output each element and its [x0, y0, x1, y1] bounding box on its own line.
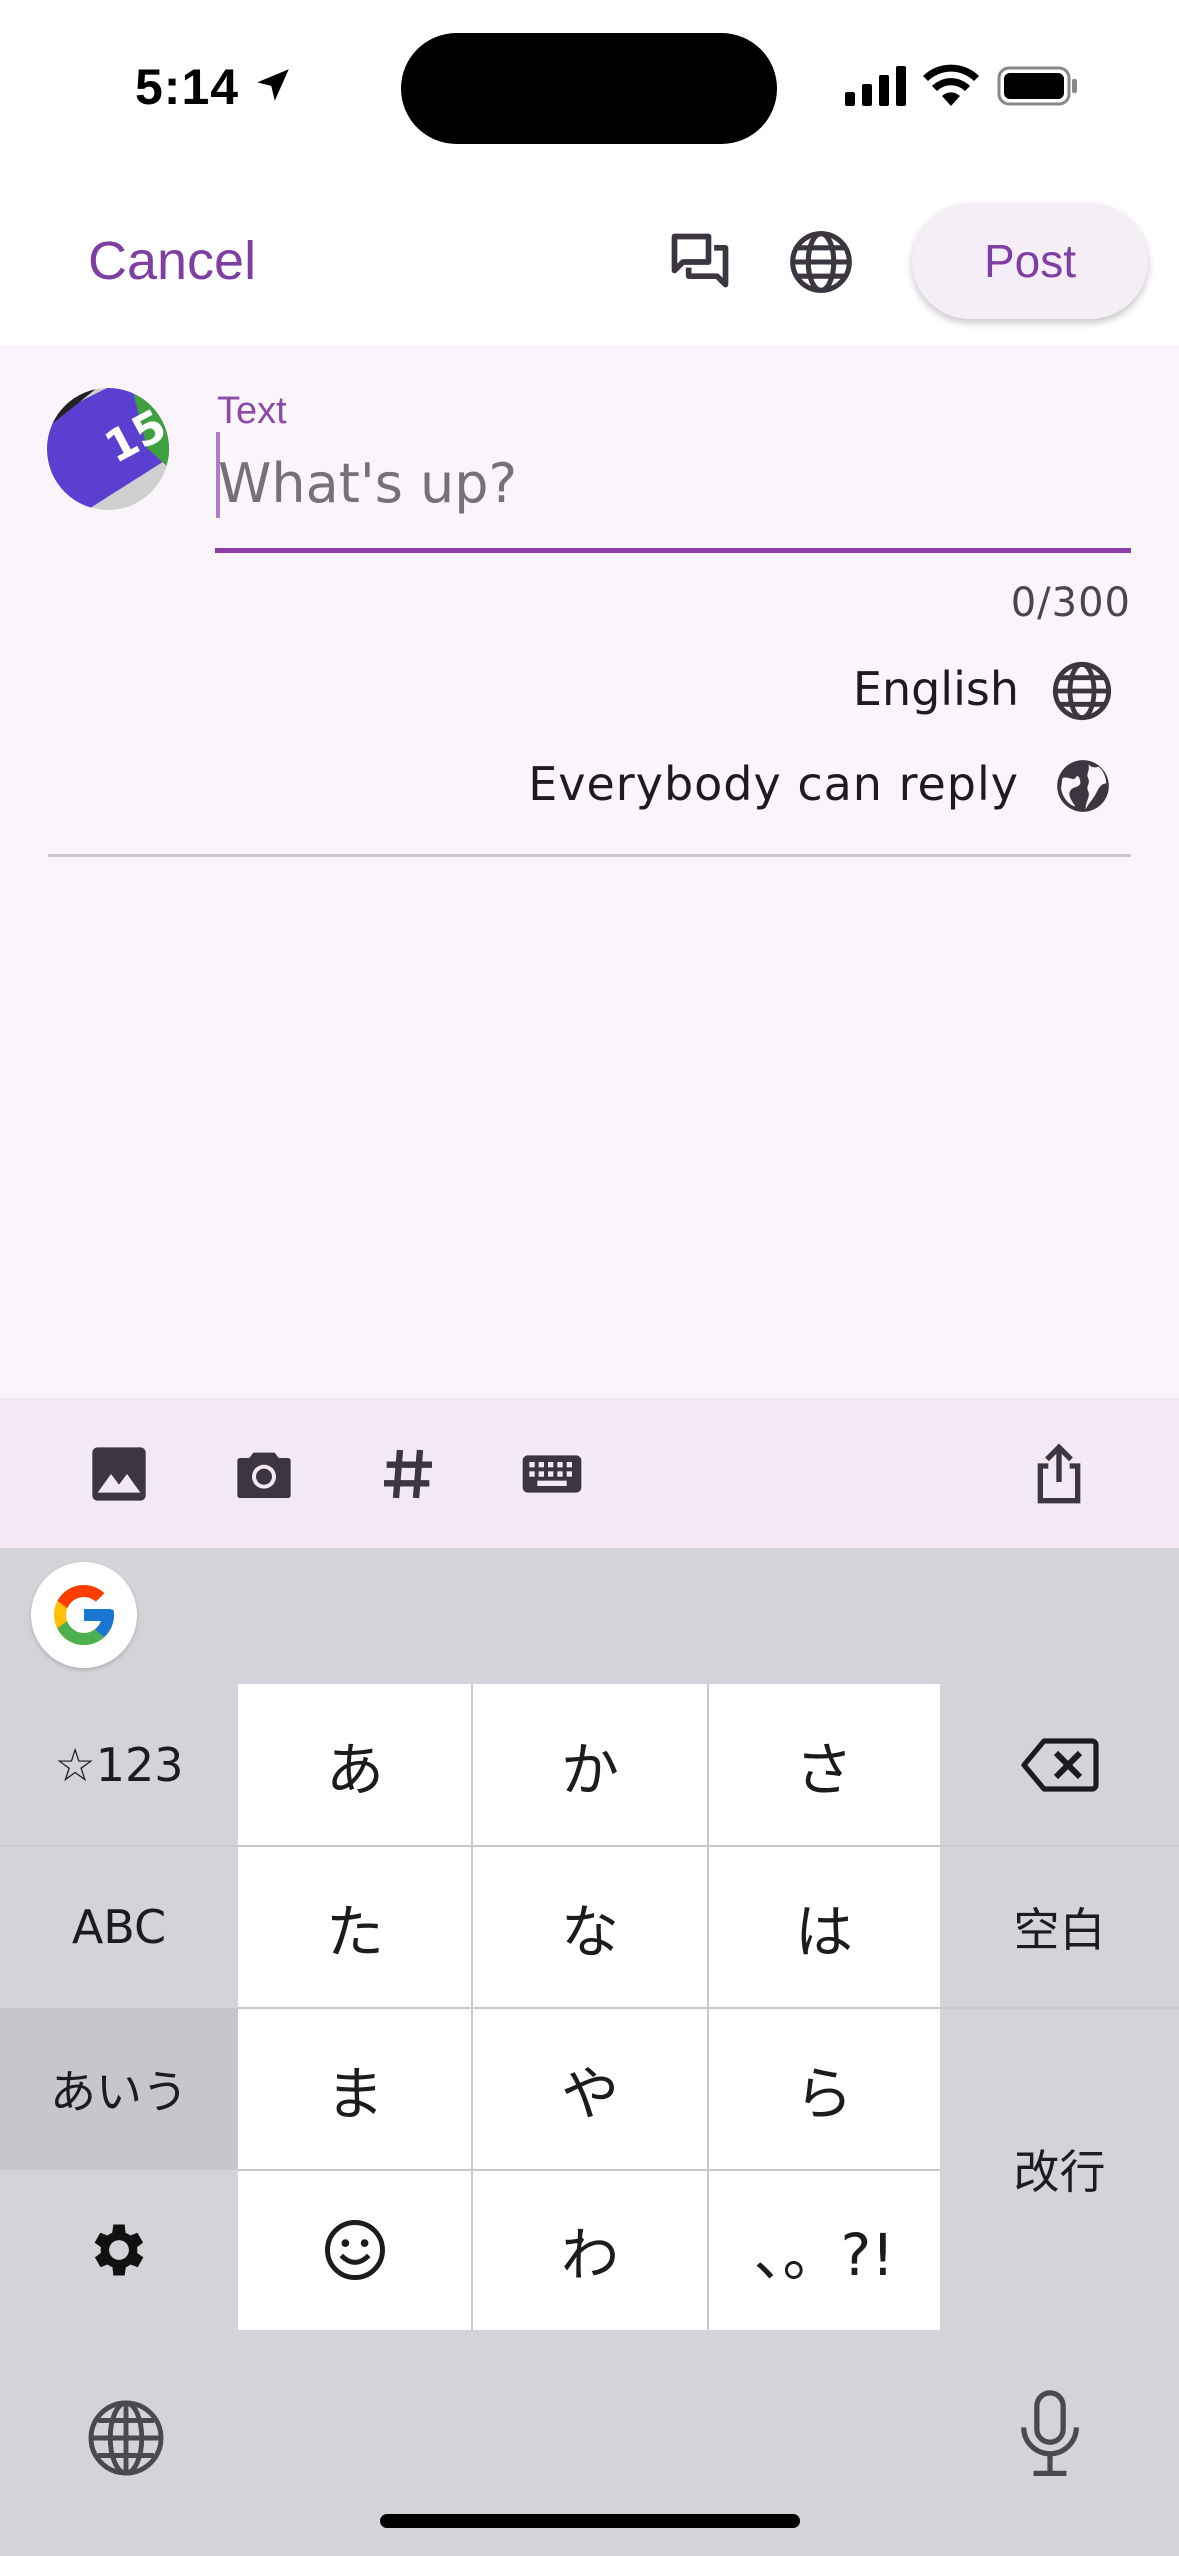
avatar[interactable]: 15 — [47, 388, 169, 510]
key-ta[interactable]: た — [238, 1846, 472, 2008]
key-divider — [471, 1684, 473, 2330]
language-globe-icon[interactable] — [787, 228, 855, 296]
key-ka[interactable]: か — [472, 1684, 708, 1846]
compose-divider — [48, 854, 1131, 857]
location-arrow-icon — [257, 69, 289, 101]
keyboard-icon[interactable] — [520, 1442, 584, 1506]
character-counter: 0/300 — [1010, 580, 1131, 626]
key-divider — [940, 1845, 1179, 1847]
key-sa[interactable]: さ — [708, 1684, 940, 1846]
return-key[interactable]: 改行 — [940, 2008, 1179, 2330]
space-key[interactable]: 空白 — [940, 1846, 1179, 2008]
language-selector[interactable]: English — [853, 662, 1019, 716]
language-globe-icon[interactable] — [1050, 659, 1114, 723]
image-icon[interactable] — [87, 1442, 151, 1506]
cancel-button[interactable]: Cancel — [88, 230, 256, 292]
post-text-input[interactable] — [218, 448, 1118, 518]
key-divider — [707, 1684, 709, 2330]
key-number-mode[interactable]: ☆123 — [0, 1684, 238, 1846]
smiley-icon — [325, 2220, 385, 2280]
key-punctuation[interactable]: 、。?! — [708, 2170, 940, 2330]
key-ya[interactable]: や — [472, 2008, 708, 2170]
hashtag-icon[interactable] — [376, 1442, 440, 1506]
public-earth-icon[interactable] — [1052, 755, 1114, 817]
text-input-underline — [215, 548, 1131, 553]
battery-icon — [997, 66, 1077, 106]
key-divider — [238, 2169, 940, 2171]
text-field-label: Text — [217, 390, 287, 432]
backspace-icon — [1020, 1738, 1099, 1792]
key-ra[interactable]: ら — [708, 2008, 940, 2170]
key-ma[interactable]: ま — [238, 2008, 472, 2170]
google-icon — [54, 1585, 114, 1645]
settings-key[interactable] — [0, 2170, 238, 2330]
cellular-signal-icon — [845, 66, 906, 106]
key-wa[interactable]: わ — [472, 2170, 708, 2330]
thread-icon[interactable] — [665, 228, 735, 296]
reply-setting-selector[interactable]: Everybody can reply — [528, 757, 1019, 811]
key-na[interactable]: な — [472, 1846, 708, 2008]
compose-toolbar — [0, 1398, 1179, 1548]
dynamic-island — [401, 33, 777, 144]
home-indicator[interactable] — [380, 2514, 800, 2528]
key-ha[interactable]: は — [708, 1846, 940, 2008]
key-abc-mode[interactable]: ABC — [0, 1846, 238, 2008]
camera-icon[interactable] — [232, 1442, 296, 1506]
key-divider — [940, 2007, 1179, 2009]
backspace-key[interactable] — [940, 1684, 1179, 1846]
key-divider — [238, 2007, 940, 2009]
key-kana-mode[interactable]: あいう — [0, 2008, 238, 2170]
google-button[interactable] — [31, 1562, 137, 1668]
status-time: 5:14 — [135, 59, 240, 115]
post-button[interactable]: Post — [912, 203, 1148, 319]
wifi-icon — [923, 64, 979, 106]
key-a[interactable]: あ — [238, 1684, 472, 1846]
emoji-key[interactable] — [238, 2170, 472, 2330]
gear-icon — [94, 2224, 144, 2276]
key-divider — [0, 1845, 940, 1847]
globe-keyboard-switch-icon[interactable] — [84, 2396, 168, 2480]
microphone-icon[interactable] — [1010, 2388, 1090, 2480]
share-icon[interactable] — [1027, 1442, 1091, 1506]
